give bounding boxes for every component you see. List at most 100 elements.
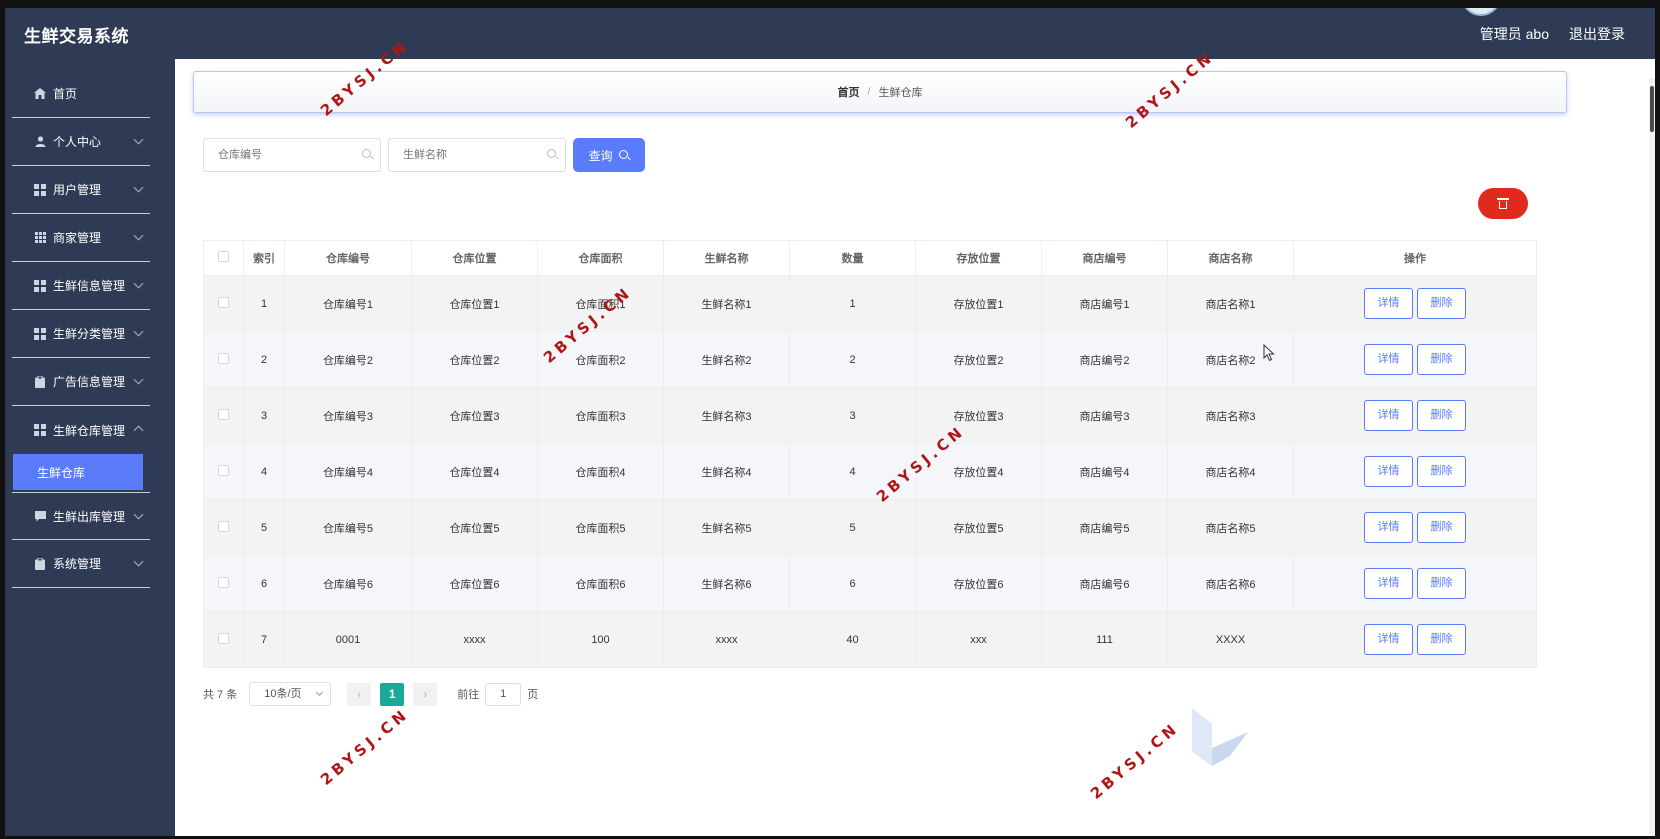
goto-page-input[interactable] <box>485 682 522 706</box>
table-cell: 仓库面积5 <box>537 499 664 556</box>
query-button[interactable]: 查询 <box>573 138 645 172</box>
sidebar-item-home[interactable]: 首页 <box>12 70 150 118</box>
delete-button[interactable]: 删除 <box>1417 400 1466 431</box>
row-actions-cell: 详情 删除 <box>1293 611 1537 668</box>
table-cell: 仓库位置4 <box>411 443 538 500</box>
sidebar-item-profile[interactable]: 个人中心 <box>12 118 150 166</box>
detail-button[interactable]: 详情 <box>1364 344 1413 375</box>
delete-button[interactable]: 删除 <box>1417 512 1466 543</box>
sidebar-item-users[interactable]: 用户管理 <box>12 166 150 214</box>
table-cell: 仓库编号2 <box>284 331 412 388</box>
table-cell: 40 <box>789 611 916 668</box>
sidebar-item-warehouse[interactable]: 生鲜仓库管理 <box>12 406 150 454</box>
detail-button[interactable]: 详情 <box>1364 456 1413 487</box>
page-scrollbar[interactable] <box>1649 78 1655 836</box>
sidebar-item-fresh-info[interactable]: 生鲜信息管理 <box>12 262 150 310</box>
table-cell: 6 <box>789 555 916 612</box>
row-checkbox[interactable] <box>218 576 229 588</box>
detail-button[interactable]: 详情 <box>1364 288 1413 319</box>
query-button-label: 查询 <box>588 148 613 163</box>
table-cell: 商店名称1 <box>1167 275 1294 332</box>
page-size-select[interactable]: 10条/页 <box>249 682 332 706</box>
table-cell: 生鲜名称2 <box>663 331 790 388</box>
table-cell: 商店名称3 <box>1167 387 1294 444</box>
table-cell: 仓库位置5 <box>411 499 538 556</box>
sidebar: 首页 个人中心 用户管理 商家管理 生鲜信息管理 生鲜分类管理 广告信息管理 生… <box>5 59 175 836</box>
detail-button[interactable]: 详情 <box>1364 512 1413 543</box>
row-select-cell <box>203 331 244 388</box>
sidebar-item-fresh-category[interactable]: 生鲜分类管理 <box>12 310 150 358</box>
table-cell: 6 <box>243 555 285 612</box>
warehouse-no-search-input[interactable] <box>203 138 381 172</box>
breadcrumb: 首页 / 生鲜仓库 <box>193 71 1567 113</box>
chevron-down-icon <box>133 278 144 289</box>
delete-button[interactable]: 删除 <box>1417 568 1466 599</box>
sidebar-item-system[interactable]: 系统管理 <box>12 540 150 588</box>
row-checkbox[interactable] <box>218 464 229 476</box>
sidebar-item-label: 生鲜分类管理 <box>53 327 126 341</box>
table-cell: 3 <box>789 387 916 444</box>
row-checkbox[interactable] <box>218 520 229 532</box>
table-cell: 111 <box>1041 611 1168 668</box>
table-cell: 仓库面积2 <box>537 331 664 388</box>
logo-watermark-icon <box>1192 708 1248 766</box>
table-cell: 1 <box>789 275 916 332</box>
row-checkbox[interactable] <box>218 408 229 420</box>
detail-button[interactable]: 详情 <box>1364 624 1413 655</box>
select-all-checkbox[interactable] <box>218 251 229 262</box>
sidebar-item-ads[interactable]: 广告信息管理 <box>12 358 150 406</box>
table-cell: 生鲜名称5 <box>663 499 790 556</box>
page-size-value: 10条/页 <box>264 688 302 700</box>
scrollbar-thumb[interactable] <box>1650 86 1654 132</box>
sidebar-subitem-fresh-warehouse[interactable]: 生鲜仓库 <box>13 454 143 490</box>
delete-button[interactable]: 删除 <box>1417 344 1466 375</box>
delete-button[interactable]: 删除 <box>1417 456 1466 487</box>
row-checkbox[interactable] <box>218 352 229 364</box>
row-checkbox[interactable] <box>218 296 229 308</box>
sidebar-item-outbound[interactable]: 生鲜出库管理 <box>12 492 150 540</box>
avatar[interactable] <box>1461 8 1501 16</box>
batch-delete-button[interactable] <box>1478 188 1528 219</box>
chevron-down-icon <box>133 556 144 567</box>
delete-button[interactable]: 删除 <box>1417 288 1466 319</box>
next-page-button[interactable]: › <box>413 682 438 706</box>
logout-link[interactable]: 退出登录 <box>1569 24 1625 44</box>
table-cell: 4 <box>789 443 916 500</box>
table-cell: xxx <box>915 611 1042 668</box>
sidebar-item-merchants[interactable]: 商家管理 <box>12 214 150 262</box>
user-icon <box>34 136 46 148</box>
breadcrumb-home[interactable]: 首页 <box>837 84 859 100</box>
page-number-current[interactable]: 1 <box>380 682 405 706</box>
table-cell: XXXX <box>1167 611 1294 668</box>
table-body: 1 仓库编号1 仓库位置1 仓库面积1 生鲜名称1 1 存放位置1 商店编号1 商店名称1 详情删… <box>203 275 1537 668</box>
chevron-down-icon <box>316 688 324 697</box>
prev-page-button[interactable]: ‹ <box>347 682 372 706</box>
row-select-cell <box>203 387 244 444</box>
table-cell: 仓库编号5 <box>284 499 412 556</box>
table-cell: 仓库面积6 <box>537 555 664 612</box>
table-cell: 仓库面积3 <box>537 387 664 444</box>
row-checkbox[interactable] <box>218 632 229 644</box>
trash-icon <box>1497 197 1509 210</box>
breadcrumb-separator: / <box>867 86 871 98</box>
table-cell: 商店编号5 <box>1041 499 1168 556</box>
row-actions-cell: 详情 删除 <box>1293 443 1537 500</box>
clipboard-icon <box>34 557 46 570</box>
row-select-cell <box>203 499 244 556</box>
table-cell: 2 <box>243 331 285 388</box>
chevron-down-icon <box>133 182 144 193</box>
chevron-up-icon <box>133 425 144 436</box>
sidebar-item-label: 用户管理 <box>53 183 102 197</box>
goto-prefix: 前往 <box>457 689 480 701</box>
table-cell: 存放位置5 <box>915 499 1042 556</box>
column-header: 操作 <box>1293 240 1537 276</box>
fresh-name-search-input[interactable] <box>388 138 566 172</box>
top-bar: 生鲜交易系统 管理员 abo 退出登录 <box>5 8 1655 59</box>
chevron-down-icon <box>133 374 144 385</box>
table-cell: 商店名称4 <box>1167 443 1294 500</box>
table-cell: 仓库编号1 <box>284 275 412 332</box>
detail-button[interactable]: 详情 <box>1364 400 1413 431</box>
delete-button[interactable]: 删除 <box>1417 624 1466 655</box>
detail-button[interactable]: 详情 <box>1364 568 1413 599</box>
table-cell: 仓库面积4 <box>537 443 664 500</box>
